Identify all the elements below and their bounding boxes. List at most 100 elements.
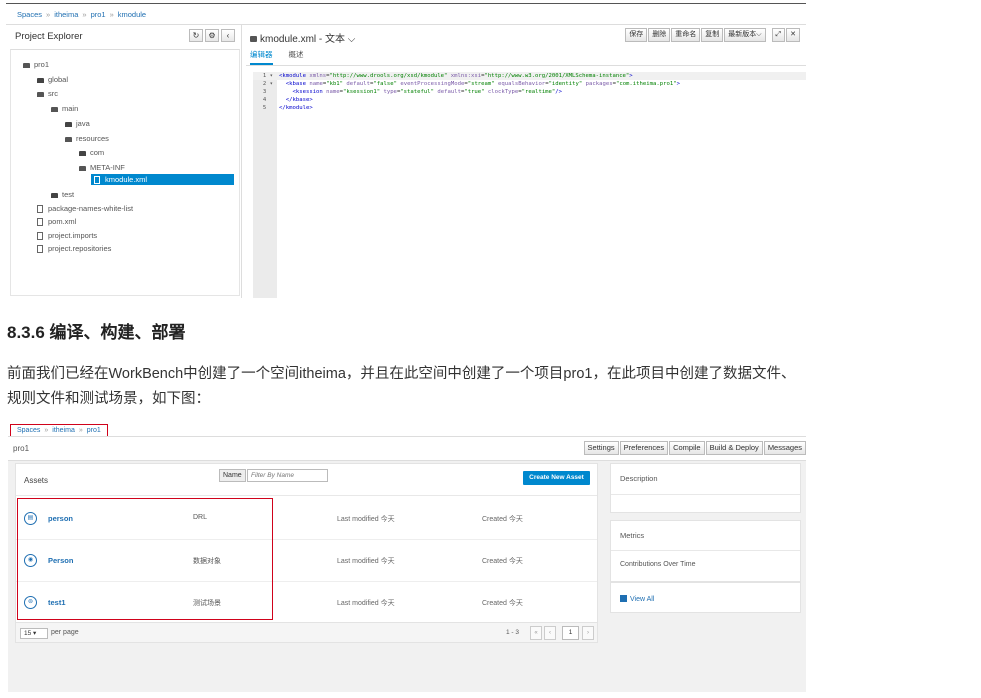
- code-line[interactable]: 3 <ksession name="ksession1" type="state…: [253, 88, 806, 96]
- asset-created: Created 今天: [482, 516, 523, 523]
- section-heading: 8.3.6 编译、构建、部署: [7, 323, 186, 342]
- breadcrumb-separator: »: [78, 427, 83, 434]
- filter-type-label[interactable]: Name: [219, 469, 246, 482]
- breadcrumb-pro1[interactable]: pro1: [87, 427, 101, 434]
- tree-folder-meta-inf[interactable]: META-INF: [79, 162, 125, 173]
- tree-folder-pro1[interactable]: pro1: [23, 59, 49, 70]
- per-page-select[interactable]: 15 ▾: [20, 628, 48, 639]
- assets-divider: [16, 495, 597, 496]
- tree-folder-resources[interactable]: resources: [65, 133, 109, 144]
- tab-overview[interactable]: 概述: [289, 49, 304, 65]
- settings-button[interactable]: Settings: [583, 441, 619, 455]
- create-new-asset-button[interactable]: Create New Asset: [523, 471, 590, 485]
- file-icon: [94, 176, 100, 185]
- breadcrumb-kmodule[interactable]: kmodule: [118, 10, 146, 19]
- tab-editor[interactable]: 编辑器: [250, 49, 273, 65]
- line-number: 4: [262, 97, 273, 103]
- explorer-toolbar: ↻ ⚙ ‹: [189, 29, 235, 42]
- messages-button[interactable]: Messages: [763, 441, 806, 455]
- refresh-icon[interactable]: ↻: [189, 29, 203, 42]
- breadcrumb-separator: »: [82, 10, 87, 19]
- code-line[interactable]: 1 ▾ <kmodule xmlns="http://www.drools.org…: [253, 72, 806, 80]
- page-number-input[interactable]: 1: [562, 626, 579, 640]
- filter-input[interactable]: [247, 469, 328, 482]
- close-icon[interactable]: ✕: [786, 28, 800, 42]
- code-text: <ksession name="ksession1" type="statefu…: [292, 89, 563, 95]
- project-explorer: Project Explorer ↻ ⚙ ‹ pro1 global src m…: [6, 25, 242, 298]
- tree-folder-test[interactable]: test: [51, 189, 74, 200]
- folder-icon: [51, 192, 58, 198]
- assets-title: Assets: [24, 476, 49, 485]
- folder-icon: [79, 150, 86, 156]
- asset-modified: Last modified 今天: [337, 600, 395, 607]
- code-line[interactable]: 5 </kmodule>: [253, 104, 806, 112]
- external-link-icon: [620, 595, 627, 602]
- folder-open-icon: [65, 136, 72, 142]
- chevron-left-icon[interactable]: ‹: [221, 29, 235, 42]
- lock-icon: [250, 36, 257, 42]
- prev-page-icon[interactable]: ‹: [544, 626, 556, 640]
- description-panel: Description: [610, 463, 801, 513]
- metrics-title: Metrics: [620, 531, 645, 540]
- breadcrumb-pro1[interactable]: pro1: [91, 10, 106, 19]
- copy-button[interactable]: 复制: [701, 28, 724, 42]
- breadcrumb-itheima[interactable]: itheima: [52, 427, 75, 434]
- code-editor[interactable]: 1 ▾ <kmodule xmlns="http://www.drools.org…: [253, 72, 806, 298]
- tree-folder-global[interactable]: global: [37, 74, 68, 85]
- editor-actions: 保存 删除 重命名 复制 最新版本⌵ ⤢ ✕: [625, 28, 800, 42]
- file-icon: [37, 245, 43, 254]
- tree-folder-com[interactable]: com: [79, 147, 104, 158]
- folder-open-icon: [79, 165, 86, 171]
- delete-button[interactable]: 删除: [648, 28, 671, 42]
- workbench-editor-screenshot: Spaces» itheima» pro1» kmodule Project Expl…: [6, 0, 806, 298]
- build-deploy-button[interactable]: Build & Deploy: [705, 441, 763, 455]
- tree-file-pom-xml[interactable]: pom.xml: [37, 216, 76, 227]
- first-page-icon[interactable]: «: [530, 626, 542, 640]
- line-number: 5: [262, 105, 273, 111]
- tree-file-kmodule-xml[interactable]: kmodule.xml: [91, 174, 234, 185]
- chevron-down-icon[interactable]: ⌵: [348, 34, 356, 45]
- code-line[interactable]: 4 </kbase>: [253, 96, 806, 104]
- explorer-tree: pro1 global src main java resources com …: [10, 49, 240, 296]
- compile-button[interactable]: Compile: [669, 441, 705, 455]
- project-title: pro1: [13, 444, 30, 453]
- caret-down-icon: ▾: [33, 630, 37, 637]
- code-line[interactable]: 2 ▾ <kbase name="kb1" default="false" ev…: [253, 80, 806, 88]
- tree-folder-main[interactable]: main: [51, 103, 78, 114]
- tree-file-project-imports[interactable]: project.imports: [37, 230, 97, 241]
- tree-file-package-names-white-list[interactable]: package-names-white-list: [37, 203, 133, 214]
- preferences-button[interactable]: Preferences: [619, 441, 669, 455]
- breadcrumb-spaces[interactable]: Spaces: [17, 427, 40, 434]
- pagination-bar: 15 ▾ per page 1 - 3 « ‹ 1 ›: [16, 622, 597, 642]
- project-assets-screenshot: Spaces » itheima» pro1 pro1 Settings Prefer…: [8, 422, 806, 692]
- folder-open-icon: [23, 62, 30, 68]
- save-button[interactable]: 保存: [625, 28, 648, 42]
- maximize-icon[interactable]: ⤢: [771, 28, 786, 42]
- breadcrumb-spaces[interactable]: Spaces: [17, 10, 42, 19]
- rename-button[interactable]: 重命名: [671, 28, 701, 42]
- assets-panel: Assets Name Create New Asset ▤ person DR…: [15, 463, 598, 643]
- next-page-icon[interactable]: ›: [582, 626, 594, 640]
- breadcrumb-itheima[interactable]: itheima: [54, 10, 78, 19]
- tree-folder-src[interactable]: src: [37, 88, 58, 99]
- file-icon: [37, 218, 43, 227]
- line-number: 3: [262, 89, 273, 95]
- asset-created: Created 今天: [482, 558, 523, 565]
- folder-open-icon: [51, 106, 58, 112]
- page-range: 1 - 3: [506, 629, 520, 636]
- line-number: 1 ▾: [262, 73, 273, 79]
- editor-tabs: 编辑器 概述: [250, 49, 304, 65]
- top-divider: [6, 3, 806, 4]
- tree-folder-java[interactable]: java: [65, 118, 90, 129]
- tree-file-project-repositories[interactable]: project.repositories: [37, 243, 111, 254]
- article-paragraph: 前面我们已经在WorkBench中创建了一个空间itheima，并且在此空间中创…: [7, 366, 796, 407]
- code-text: <kmodule xmlns="http://www.drools.org/xs…: [279, 73, 633, 79]
- gear-icon[interactable]: ⚙: [205, 29, 219, 42]
- latest-version-dropdown[interactable]: 最新版本⌵: [724, 28, 766, 42]
- highlight-box: [17, 498, 273, 620]
- file-icon: [37, 232, 43, 241]
- view-all-link[interactable]: View All: [620, 595, 654, 603]
- breadcrumb: Spaces» itheima» pro1» kmodule: [17, 10, 146, 19]
- folder-icon: [37, 77, 44, 83]
- folder-open-icon: [37, 91, 44, 97]
